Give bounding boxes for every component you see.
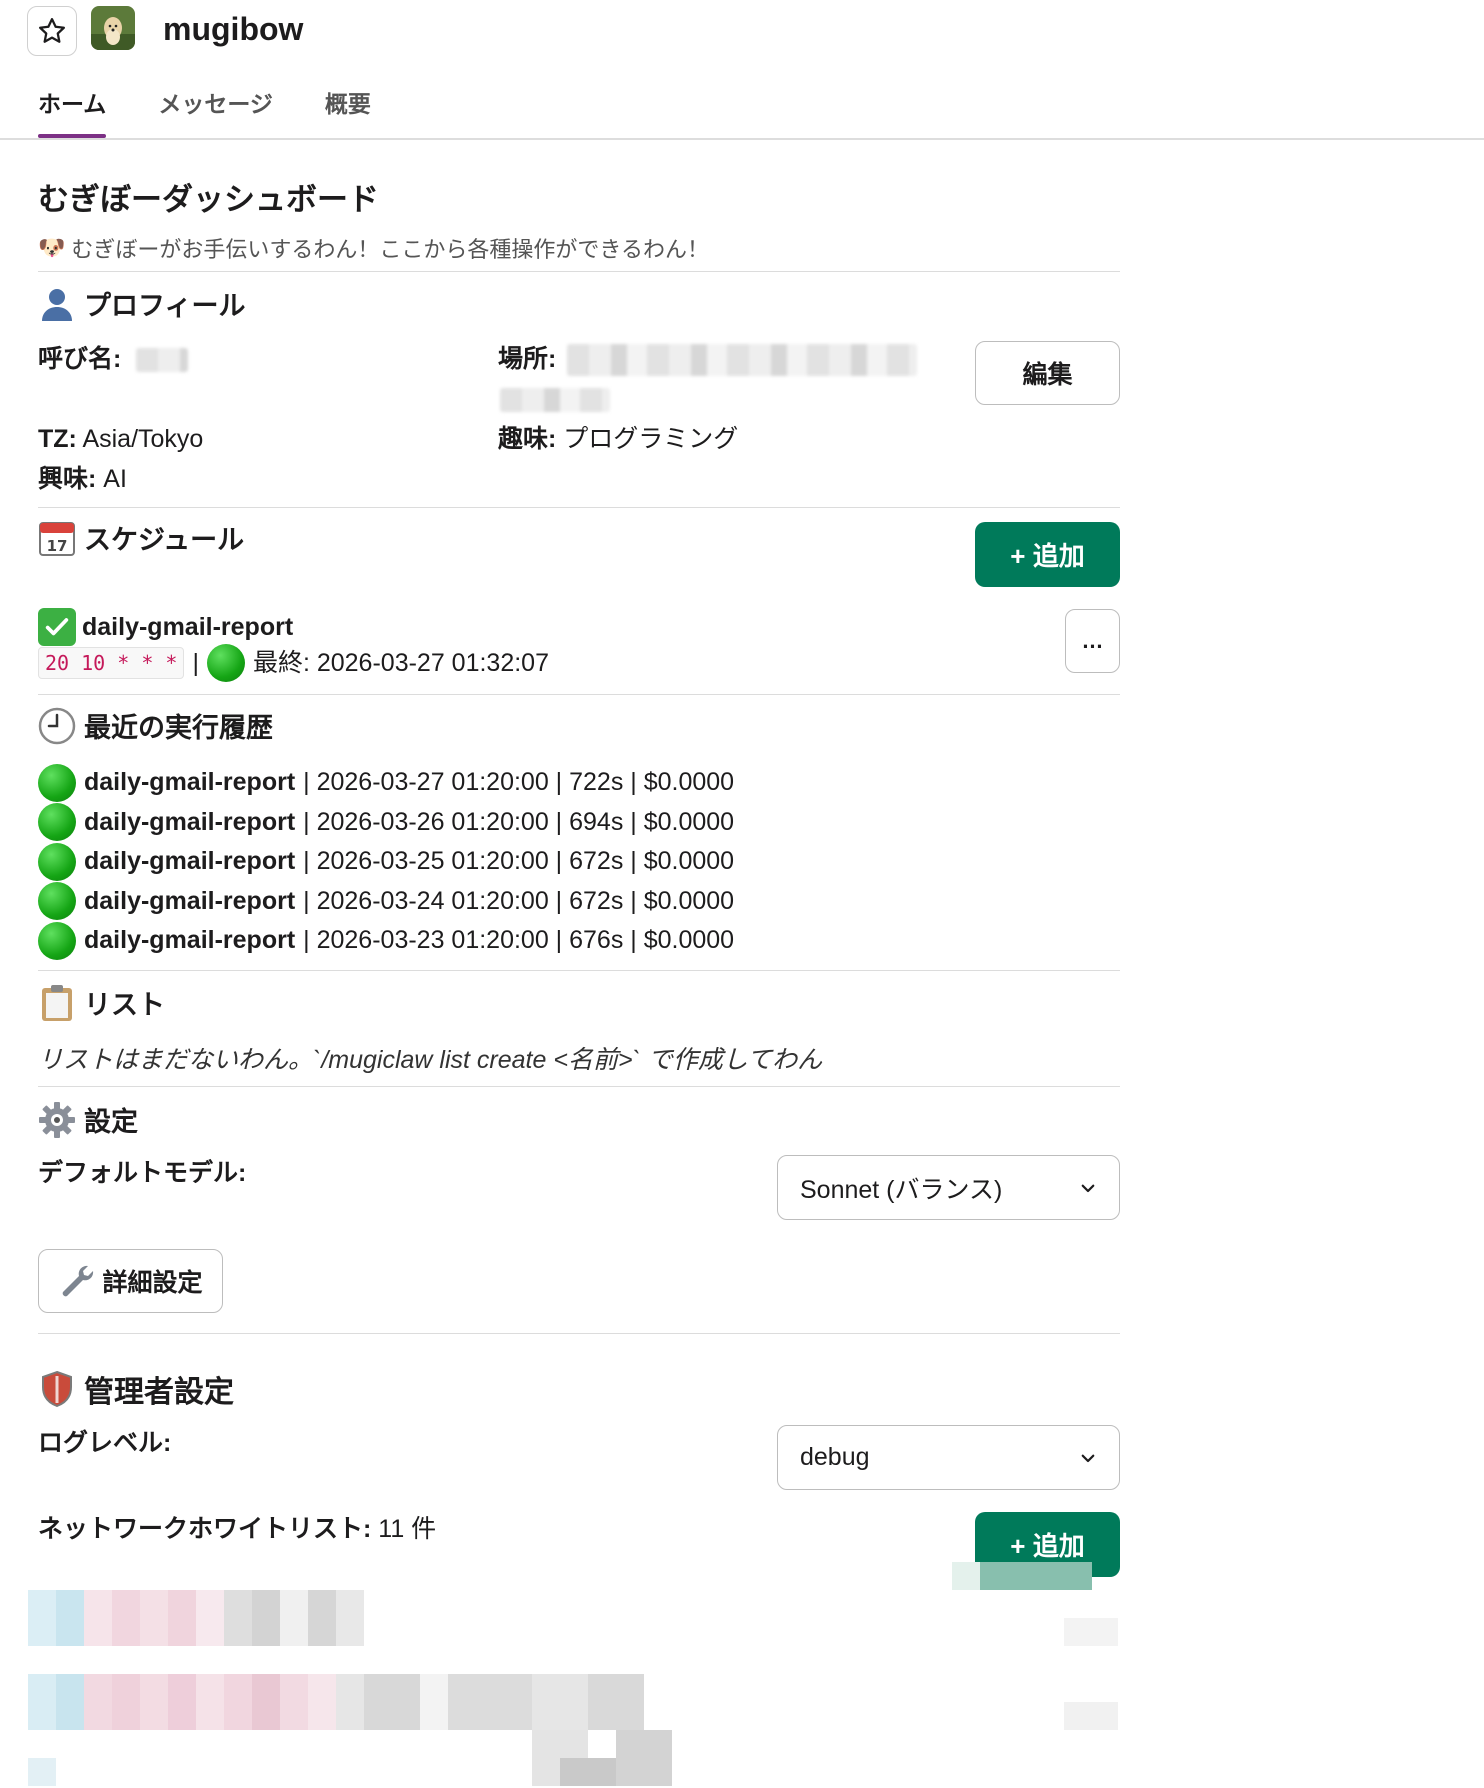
green-circle-icon (38, 842, 76, 881)
dog-face-icon: 🐶 (38, 235, 66, 260)
dog-avatar-icon (91, 6, 135, 50)
history-row-details: | 2026-03-24 01:20:00 | 672s | $0.0000 (303, 886, 735, 915)
dashboard-subtitle: 🐶 むぎぼーがお手伝いするわん！ここから各種操作ができるわん！ (38, 232, 709, 264)
timezone-value: Asia/Tokyo (82, 425, 204, 453)
dashboard-title: むぎぼーダッシュボード (38, 182, 379, 217)
schedule-item-title: daily-gmail-report (38, 608, 293, 646)
wrench-icon (63, 1265, 94, 1297)
tab-home[interactable]: ホーム (38, 86, 107, 138)
history-row: daily-gmail-report | 2026-03-27 01:20:00… (38, 763, 734, 803)
default-model-select[interactable]: Sonnet (バランス) (777, 1155, 1120, 1220)
history-row: daily-gmail-report | 2026-03-24 01:20:00… (38, 882, 734, 922)
star-button[interactable] (27, 6, 77, 56)
nickname-value-redacted (136, 348, 189, 373)
settings-section-title: 設定 (38, 1100, 138, 1139)
app-avatar[interactable] (91, 6, 135, 50)
green-circle-icon (38, 921, 76, 960)
list-section-title: リスト (38, 983, 165, 1022)
shield-icon (38, 1370, 76, 1408)
advanced-settings-button[interactable]: 詳細設定 (38, 1249, 223, 1313)
interest-label: 興味: (38, 465, 97, 493)
history-row-name: daily-gmail-report (84, 886, 296, 915)
location-field: 場所: (498, 342, 918, 377)
hobby-value: プログラミング (563, 425, 739, 453)
divider (38, 1086, 1120, 1087)
history-row-name: daily-gmail-report (84, 847, 296, 875)
chevron-down-icon (1081, 1454, 1095, 1462)
gear-icon (38, 1101, 76, 1139)
interest-field: 興味: AI (38, 462, 127, 496)
green-circle-icon (38, 763, 76, 802)
list-empty-message: リストはまだないわん。`/mugiclaw list create <名前>` … (38, 1046, 823, 1074)
subtitle-text: むぎぼーがお手伝いするわん！ここから各種操作ができるわん！ (71, 237, 709, 262)
profile-edit-button[interactable]: 編集 (975, 341, 1120, 405)
history-row-details: | 2026-03-25 01:20:00 | 672s | $0.0000 (303, 847, 735, 875)
default-model-label: デフォルトモデル: (38, 1159, 247, 1187)
schedule-item-more-button[interactable]: … (1065, 609, 1120, 673)
log-level-select[interactable]: debug (777, 1425, 1120, 1490)
history-row-details: | 2026-03-23 01:20:00 | 676s | $0.0000 (303, 926, 735, 954)
hobby-label: 趣味: (498, 425, 557, 453)
timezone-field: TZ: Asia/Tokyo (38, 422, 203, 456)
history-row-details: | 2026-03-27 01:20:00 | 722s | $0.0000 (303, 768, 735, 796)
green-circle-icon (38, 803, 76, 842)
default-model-value: Sonnet (バランス) (800, 1175, 1003, 1204)
schedule-section-title: 17 スケジュール (38, 518, 244, 557)
tab-messages[interactable]: メッセージ (158, 86, 273, 136)
divider (38, 1333, 1120, 1334)
more-horizontal-icon: … (1081, 628, 1104, 653)
interest-value: AI (103, 465, 127, 493)
location-label: 場所: (498, 345, 557, 373)
channel-header: mugibow ホーム メッセージ 概要 (0, 0, 1484, 140)
divider (38, 507, 1120, 508)
tab-about[interactable]: 概要 (325, 86, 371, 136)
svg-text:17: 17 (47, 537, 68, 555)
location-value-redacted (567, 344, 918, 377)
person-silhouette-icon (38, 285, 76, 323)
schedule-item-details: 20 10 * * * | 最終: 2026-03-27 01:32:07 (38, 644, 549, 682)
history-row-name: daily-gmail-report (84, 807, 296, 836)
clipboard-icon (38, 984, 76, 1022)
star-icon (39, 18, 65, 43)
location-value-redacted-line2 (500, 388, 610, 412)
history-row: daily-gmail-report | 2026-03-26 01:20:00… (38, 803, 734, 843)
nickname-label: 呼び名: (38, 345, 122, 373)
divider (38, 970, 1120, 971)
hobby-field: 趣味: プログラミング (498, 422, 738, 456)
last-run: 最終: 2026-03-27 01:32:07 (252, 649, 549, 677)
nickname-field: 呼び名: (38, 342, 189, 376)
admin-section-title: 管理者設定 (38, 1367, 234, 1411)
history-row: daily-gmail-report | 2026-03-25 01:20:00… (38, 842, 734, 882)
advanced-settings-label: 詳細設定 (102, 1269, 203, 1297)
chevron-down-icon (1081, 1184, 1095, 1192)
history-row: daily-gmail-report | 2026-03-23 01:20:00… (38, 921, 734, 961)
log-level-label: ログレベル: (38, 1429, 172, 1457)
schedule-item-name: daily-gmail-report (82, 613, 294, 641)
timezone-label: TZ: (38, 425, 77, 453)
history-list: daily-gmail-report | 2026-03-27 01:20:00… (38, 763, 734, 961)
green-circle-icon (38, 882, 76, 921)
app-name: mugibow (163, 11, 304, 47)
schedule-add-button[interactable]: + 追加 (975, 522, 1120, 587)
history-section-title: 最近の実行履歴 (38, 706, 273, 745)
divider (38, 271, 1120, 272)
cron-expression: 20 10 * * * (38, 647, 185, 679)
whitelist-label: ネットワークホワイトリスト: (38, 1515, 372, 1543)
calendar-icon: 17 (38, 519, 76, 557)
clock-icon (38, 707, 76, 745)
history-row-name: daily-gmail-report (84, 926, 296, 954)
profile-section-title: プロフィール (38, 284, 245, 323)
history-row-details: | 2026-03-26 01:20:00 | 694s | $0.0000 (303, 807, 735, 836)
whitelist-count: 11 件 (378, 1515, 437, 1543)
green-circle-icon (206, 644, 245, 682)
log-level-value: debug (800, 1443, 870, 1471)
check-mark-button-icon (38, 608, 76, 646)
history-row-name: daily-gmail-report (84, 768, 296, 796)
whitelist-field: ネットワークホワイトリスト: 11 件 (38, 1512, 436, 1546)
divider (38, 694, 1120, 695)
separator: | (192, 649, 199, 677)
tab-bar: ホーム メッセージ 概要 (38, 86, 371, 138)
